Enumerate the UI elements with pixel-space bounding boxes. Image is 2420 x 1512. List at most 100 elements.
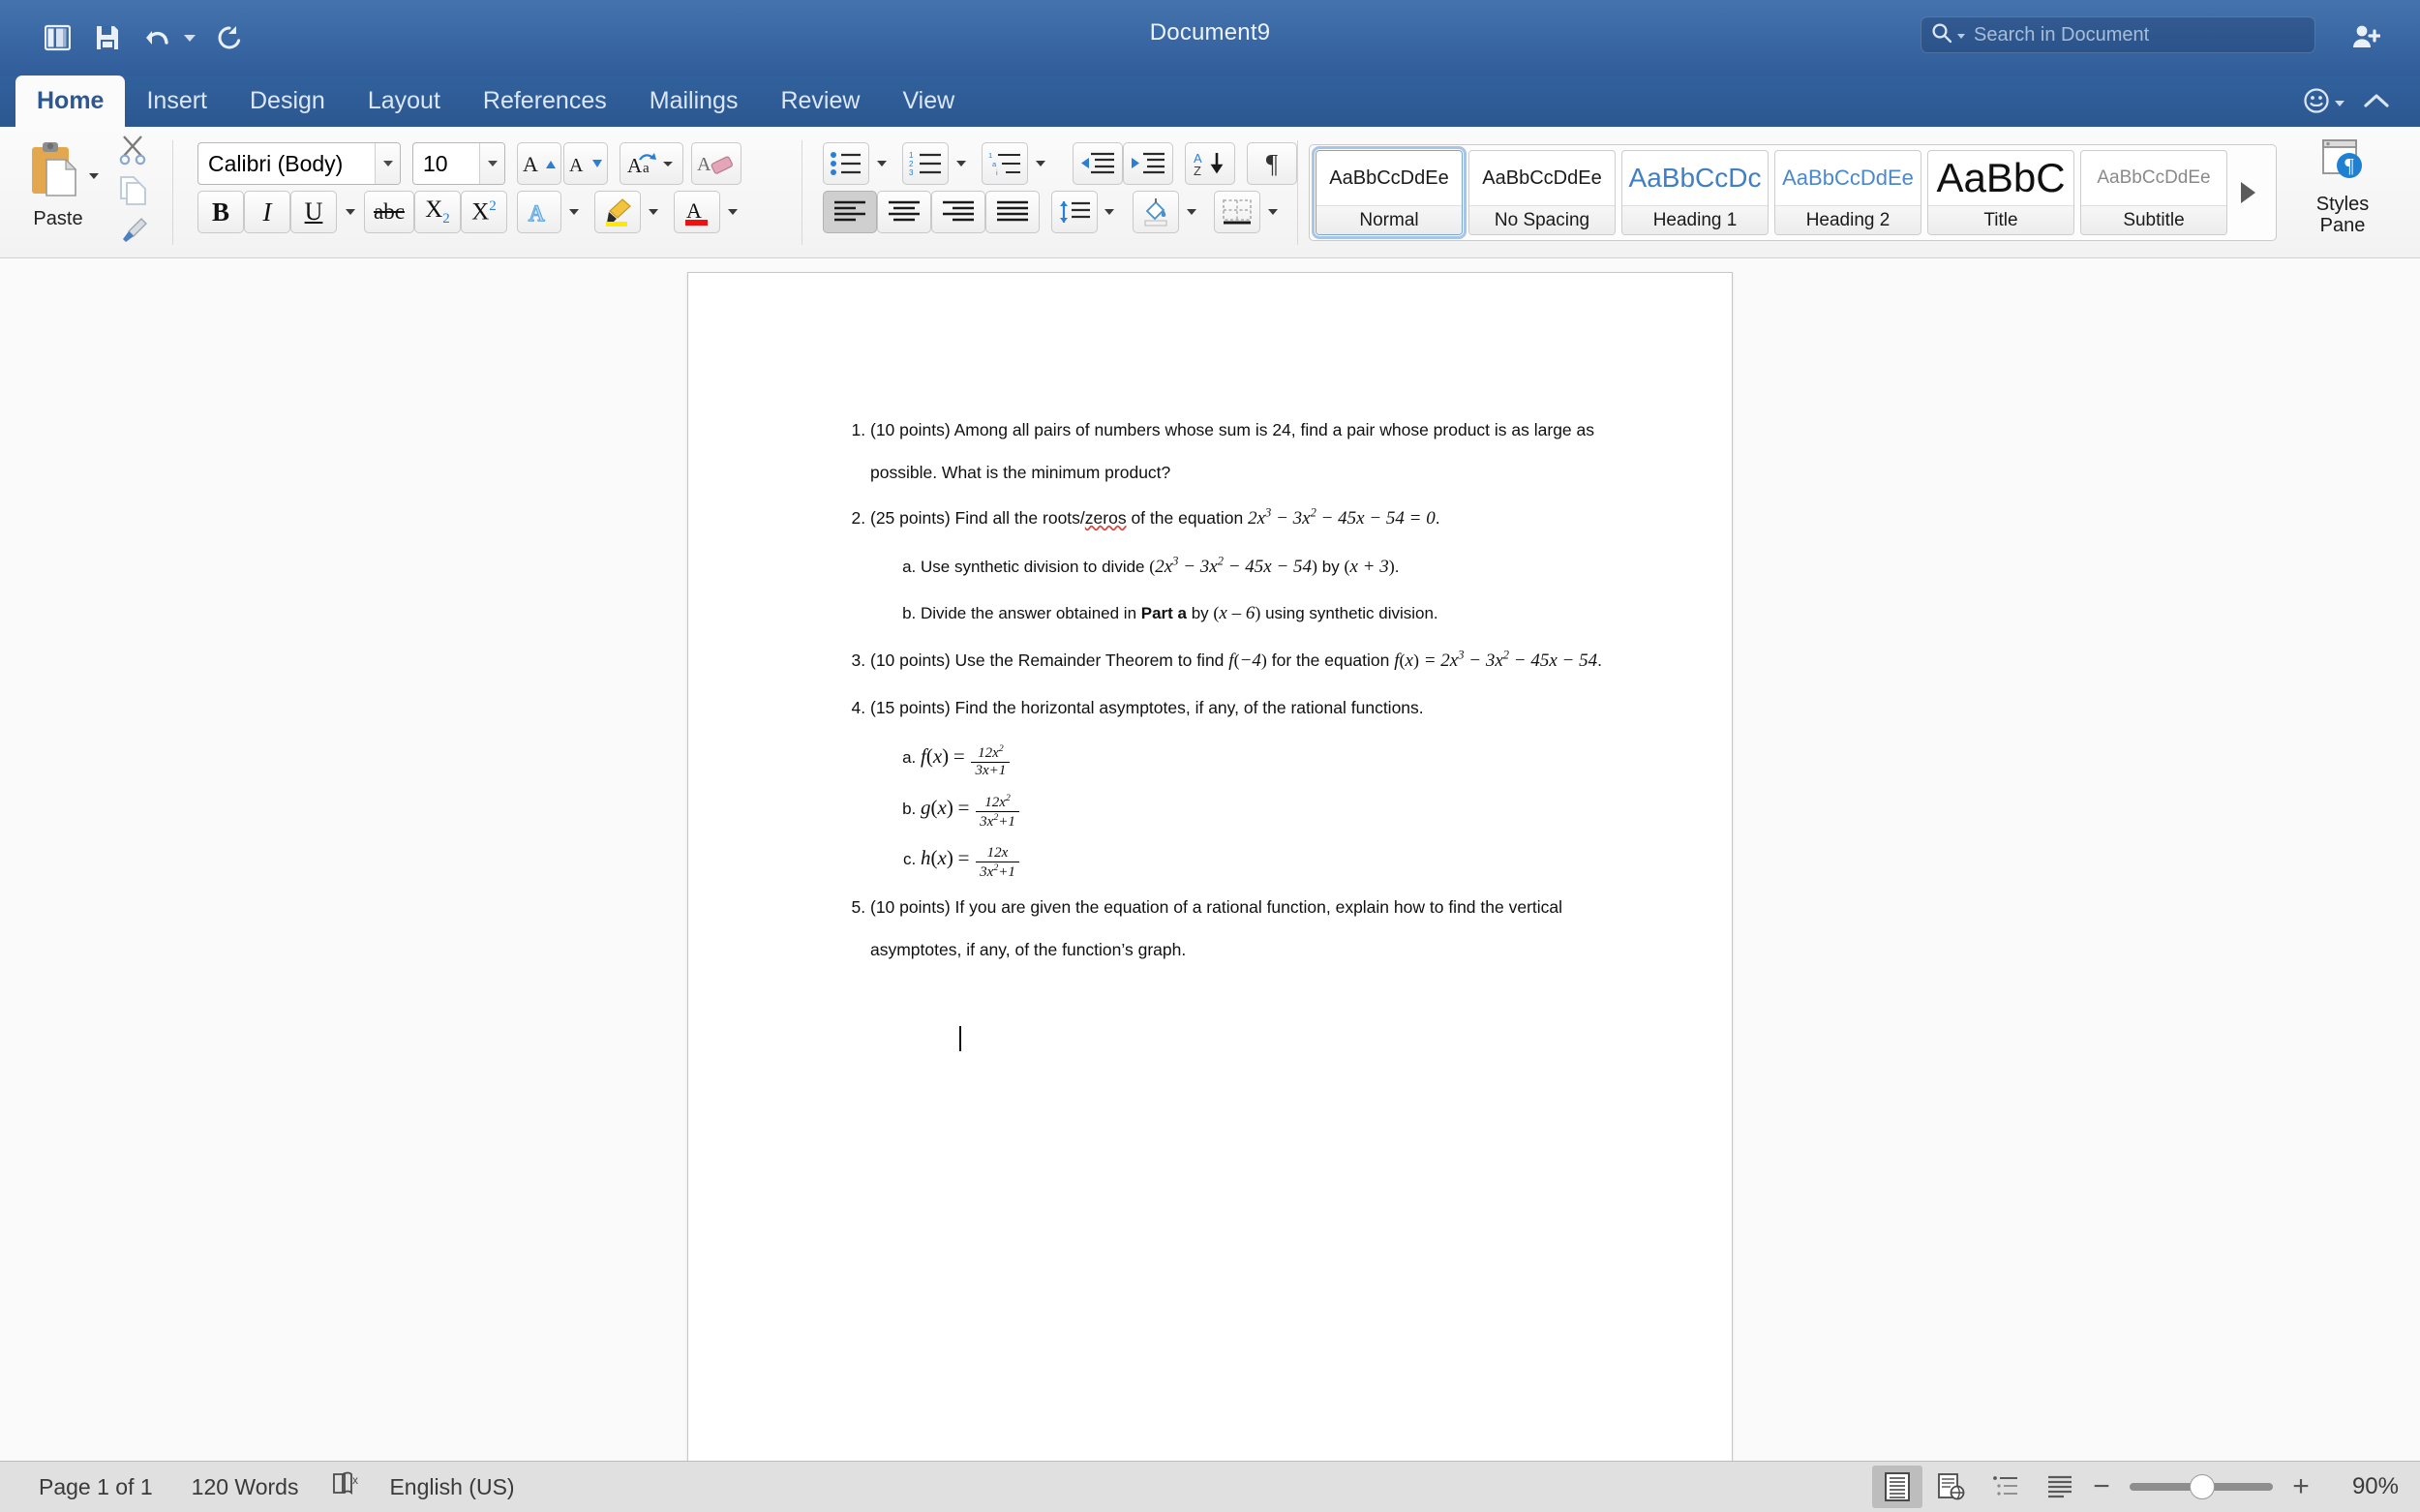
font-color-dropdown-caret[interactable] xyxy=(720,191,745,233)
spellcheck-icon[interactable]: x xyxy=(331,1470,360,1503)
bullets-button[interactable] xyxy=(823,142,869,185)
add-person-icon[interactable] xyxy=(2346,17,2385,56)
styles-pane-label-line1: Styles xyxy=(2315,194,2370,215)
search-dropdown-caret[interactable] xyxy=(1957,34,1965,39)
multilevel-list-dropdown-caret[interactable] xyxy=(1028,142,1053,185)
strikethrough-button[interactable]: abc xyxy=(364,191,414,233)
tab-review[interactable]: Review xyxy=(759,76,881,127)
cut-icon[interactable] xyxy=(118,135,161,173)
style-preview: AaBbCcDdEe xyxy=(1782,166,1914,190)
align-right-button[interactable] xyxy=(931,191,985,233)
style-tile-heading-2[interactable]: AaBbCcDdEe Heading 2 xyxy=(1774,150,1921,235)
style-preview: AaBbC xyxy=(1936,155,2066,200)
style-tile-no-spacing[interactable]: AaBbCcDdEe No Spacing xyxy=(1468,150,1616,235)
document-body[interactable]: (10 points) Among all pairs of numbers w… xyxy=(833,408,1627,1051)
view-draft-button[interactable] xyxy=(2035,1466,2085,1508)
numbering-dropdown-caret[interactable] xyxy=(949,142,974,185)
shading-dropdown-caret[interactable] xyxy=(1179,191,1204,233)
line-spacing-dropdown-caret[interactable] xyxy=(1098,191,1121,233)
text-effects-dropdown-caret[interactable] xyxy=(561,191,587,233)
highlight-dropdown-caret[interactable] xyxy=(641,191,666,233)
copy-icon[interactable] xyxy=(118,175,161,214)
show-formatting-marks-button[interactable]: ¶ xyxy=(1247,142,1297,185)
tab-view[interactable]: View xyxy=(881,76,976,127)
document-canvas[interactable]: (10 points) Among all pairs of numbers w… xyxy=(0,259,2420,1461)
style-tile-subtitle[interactable]: AaBbCcDdEe Subtitle xyxy=(2080,150,2227,235)
increase-indent-button[interactable] xyxy=(1123,142,1173,185)
align-left-button[interactable] xyxy=(823,191,877,233)
paste-button[interactable] xyxy=(27,140,83,200)
styles-pane-icon: ¶ xyxy=(2322,139,2362,178)
tab-home[interactable]: Home xyxy=(15,76,126,127)
smiley-feedback-icon[interactable] xyxy=(2302,86,2331,120)
search-input[interactable] xyxy=(1974,23,2305,46)
collapse-ribbon-icon[interactable] xyxy=(2362,90,2391,116)
font-size-combobox[interactable]: 10 xyxy=(412,142,505,185)
zoom-level[interactable]: 90% xyxy=(2331,1473,2399,1500)
tab-design[interactable]: Design xyxy=(228,76,347,127)
sub-question-text: Divide the answer obtained in Part a by … xyxy=(921,602,1438,623)
font-name-combobox[interactable]: Calibri (Body) xyxy=(197,142,401,185)
shrink-font-button[interactable]: A xyxy=(563,142,608,185)
line-spacing-button[interactable] xyxy=(1051,191,1098,233)
paste-dropdown-caret[interactable] xyxy=(89,173,99,179)
borders-button[interactable] xyxy=(1214,191,1260,233)
subscript-button[interactable]: X2 xyxy=(414,191,461,233)
view-outline-button[interactable] xyxy=(1981,1466,2031,1508)
highlight-button[interactable] xyxy=(594,191,641,233)
tab-insert[interactable]: Insert xyxy=(125,76,228,127)
save-icon[interactable] xyxy=(85,15,130,60)
bold-button[interactable]: B xyxy=(197,191,244,233)
tab-references[interactable]: References xyxy=(462,76,628,127)
styles-pane-button[interactable]: ¶ Styles Pane xyxy=(2286,136,2399,237)
tab-mailings[interactable]: Mailings xyxy=(628,76,760,127)
zoom-slider[interactable] xyxy=(2130,1474,2273,1499)
zoom-out-button[interactable]: − xyxy=(2089,1470,2114,1503)
undo-icon[interactable] xyxy=(136,15,180,60)
format-painter-icon[interactable] xyxy=(118,216,161,255)
style-tile-title[interactable]: AaBbC Title xyxy=(1927,150,2074,235)
shading-button[interactable] xyxy=(1133,191,1179,233)
language-indicator[interactable]: English (US) xyxy=(389,1474,514,1500)
underline-button[interactable]: U xyxy=(290,191,337,233)
font-color-button[interactable]: A xyxy=(674,191,720,233)
align-center-button[interactable] xyxy=(877,191,931,233)
page-indicator[interactable]: Page 1 of 1 xyxy=(39,1474,153,1500)
style-tile-normal[interactable]: AaBbCcDdEe Normal xyxy=(1312,146,1467,239)
decrease-indent-button[interactable] xyxy=(1073,142,1123,185)
styles-gallery-next-button[interactable] xyxy=(2233,182,2262,203)
font-name-dropdown-caret[interactable] xyxy=(375,143,400,184)
superscript-button[interactable]: X2 xyxy=(461,191,507,233)
style-tile-heading-1[interactable]: AaBbCcDc Heading 1 xyxy=(1621,150,1769,235)
italic-button[interactable]: I xyxy=(244,191,290,233)
multilevel-list-button[interactable]: 1ai xyxy=(982,142,1028,185)
svg-text:1: 1 xyxy=(909,151,914,160)
clear-formatting-button[interactable]: A xyxy=(691,142,741,185)
justify-button[interactable] xyxy=(985,191,1040,233)
borders-dropdown-caret[interactable] xyxy=(1260,191,1286,233)
view-web-layout-button[interactable] xyxy=(1926,1466,1977,1508)
smiley-dropdown-caret[interactable] xyxy=(2335,100,2344,106)
zoom-slider-handle[interactable] xyxy=(2190,1474,2215,1499)
bullets-dropdown-caret[interactable] xyxy=(869,142,894,185)
numbering-button[interactable]: 123 xyxy=(902,142,949,185)
zoom-in-button[interactable]: + xyxy=(2288,1470,2314,1503)
font-size-dropdown-caret[interactable] xyxy=(479,143,504,184)
svg-text:A: A xyxy=(569,155,584,176)
question-list: (10 points) Among all pairs of numbers w… xyxy=(833,408,1627,971)
document-page[interactable]: (10 points) Among all pairs of numbers w… xyxy=(687,272,1733,1461)
change-case-button[interactable]: Aa xyxy=(620,142,683,185)
style-name: Normal xyxy=(1316,205,1462,234)
grow-font-button[interactable]: A xyxy=(517,142,561,185)
redo-icon[interactable] xyxy=(207,15,252,60)
tab-layout[interactable]: Layout xyxy=(347,76,462,127)
sort-button[interactable]: AZ xyxy=(1185,142,1235,185)
undo-dropdown-caret[interactable] xyxy=(184,34,196,42)
word-count[interactable]: 120 Words xyxy=(192,1474,299,1500)
search-box[interactable] xyxy=(1921,16,2315,53)
list-item: (10 points) If you are given the equatio… xyxy=(870,886,1627,971)
view-print-layout-button[interactable] xyxy=(1872,1466,1922,1508)
underline-dropdown-caret[interactable] xyxy=(337,191,364,233)
text-effects-button[interactable]: AA xyxy=(517,191,561,233)
sidebar-icon[interactable] xyxy=(35,15,79,60)
